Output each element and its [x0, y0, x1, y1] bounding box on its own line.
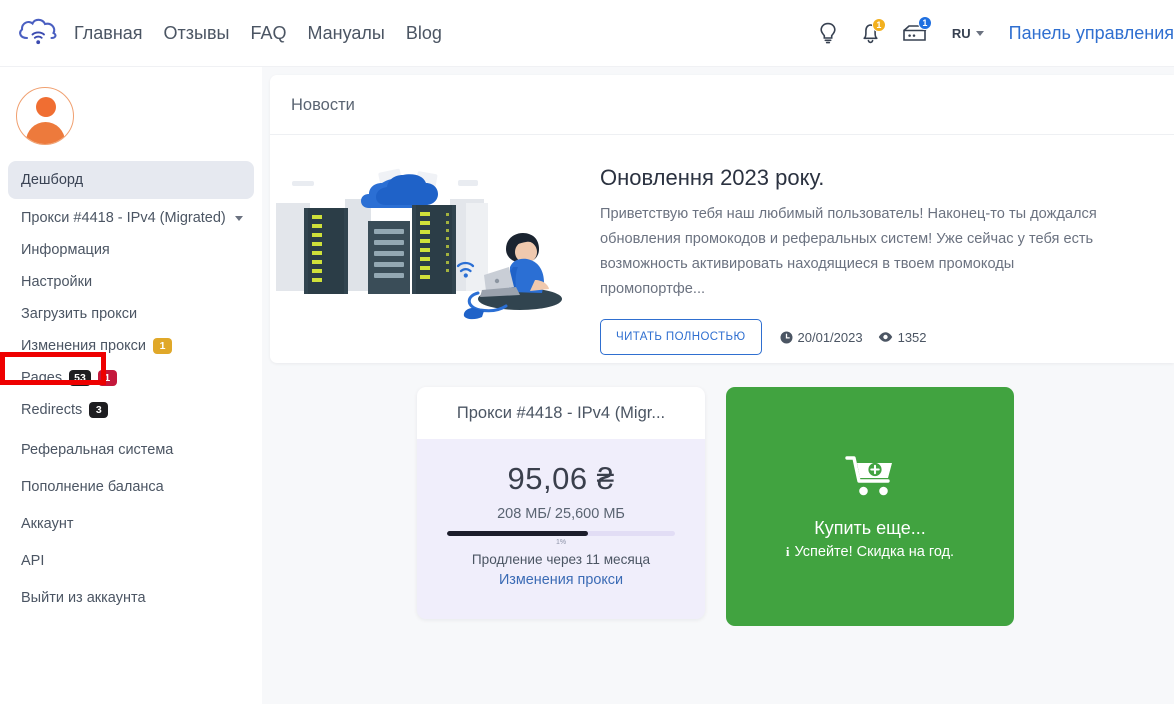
nav-item-reviews[interactable]: Отзывы: [164, 23, 230, 44]
control-panel-link[interactable]: Панель управления: [1009, 23, 1174, 44]
sidebar-item-label: Redirects: [21, 402, 82, 418]
sidebar-item-label: Пополнение баланса: [21, 479, 164, 495]
sidebar-item-upload-proxy[interactable]: Загрузить прокси: [8, 298, 254, 330]
news-section-title: Новости: [270, 75, 1174, 135]
news-meta: 20/01/2023 1352: [780, 330, 927, 345]
chevron-down-icon: [976, 31, 984, 36]
header-actions: 1 1 RU Панель управления: [815, 18, 1174, 48]
cloud-wifi-logo[interactable]: [12, 12, 64, 54]
sidebar-item-account[interactable]: Аккаунт: [8, 508, 254, 540]
proxy-renewal-text: Продление через 11 месяца: [447, 552, 675, 567]
eye-icon: [878, 331, 893, 343]
status-badge: 3: [89, 402, 108, 418]
traffic-progress-bar: [447, 531, 675, 536]
main-nav: Главная Отзывы FAQ Мануалы Blog: [74, 23, 442, 44]
news-card: Новости: [270, 75, 1174, 363]
sidebar-item-referral[interactable]: Реферальная система: [8, 434, 254, 466]
news-date-value: 20/01/2023: [798, 330, 863, 345]
traffic-progress-label: 1%: [447, 539, 675, 546]
sidebar-item-label: Загрузить прокси: [21, 306, 137, 322]
sidebar: Дешборд Прокси #4418 - IPv4 (Migrated) И…: [0, 67, 262, 704]
clock-icon: [780, 331, 793, 344]
avatar[interactable]: [16, 87, 74, 145]
nav-item-blog[interactable]: Blog: [406, 23, 442, 44]
news-views-value: 1352: [898, 330, 927, 345]
sidebar-item-label: Дешборд: [21, 172, 83, 188]
proxy-changes-link[interactable]: Изменения прокси: [499, 572, 623, 588]
sidebar-item-pages[interactable]: Pages 53 1: [8, 362, 254, 394]
nav-item-manuals[interactable]: Мануалы: [307, 23, 384, 44]
buy-card-subtitle: i Успейте! Скидка на год.: [786, 544, 954, 560]
proxy-summary-card: Прокси #4418 - IPv4 (Migr... 95,06 ₴ 208…: [417, 387, 705, 619]
language-selector[interactable]: RU: [952, 26, 984, 41]
news-views: 1352: [878, 330, 927, 345]
sidebar-item-topup[interactable]: Пополнение баланса: [8, 471, 254, 503]
proxy-card-title: Прокси #4418 - IPv4 (Migr...: [417, 387, 705, 439]
sidebar-item-settings[interactable]: Настройки: [8, 266, 254, 298]
sidebar-item-proxy-select[interactable]: Прокси #4418 - IPv4 (Migrated): [8, 202, 254, 234]
nav-item-faq[interactable]: FAQ: [250, 23, 286, 44]
proxy-price: 95,06 ₴: [447, 461, 675, 497]
top-header: Главная Отзывы FAQ Мануалы Blog 1: [0, 0, 1174, 67]
traffic-progress-fill: [447, 531, 588, 536]
dashboard-cards: Прокси #4418 - IPv4 (Migr... 95,06 ₴ 208…: [262, 363, 1174, 626]
avatar-body: [26, 122, 65, 144]
server-box-icon[interactable]: 1: [901, 18, 931, 48]
news-text-block: Оновлення 2023 року. Приветствую тебя на…: [600, 141, 1174, 355]
buy-card-title: Купить еще...: [814, 518, 926, 539]
status-badge: 1: [98, 370, 117, 386]
sidebar-item-label: Информация: [21, 242, 110, 258]
sidebar-item-label: API: [21, 553, 44, 569]
sidebar-item-label: Pages: [21, 370, 62, 386]
news-title: Оновлення 2023 року.: [600, 165, 1174, 191]
sidebar-item-logout[interactable]: Выйти из аккаунта: [8, 582, 254, 614]
read-more-button[interactable]: ЧИТАТЬ ПОЛНОСТЬЮ: [600, 319, 762, 355]
buy-card-subtitle-text: Успейте! Скидка на год.: [795, 544, 955, 560]
bell-badge: 1: [872, 18, 886, 32]
lightbulb-icon[interactable]: [815, 18, 841, 48]
sidebar-item-label: Выйти из аккаунта: [21, 590, 146, 606]
sidebar-item-api[interactable]: API: [8, 545, 254, 577]
sidebar-item-information[interactable]: Информация: [8, 234, 254, 266]
cart-plus-icon: [845, 454, 895, 503]
bell-icon[interactable]: 1: [858, 18, 884, 48]
news-excerpt: Приветствую тебя наш любимый пользовател…: [600, 202, 1100, 302]
sidebar-item-proxy-changes[interactable]: Изменения прокси 1: [8, 330, 254, 362]
server-racks-cloud-illustration: [270, 163, 600, 338]
sidebar-item-label: Настройки: [21, 274, 92, 290]
info-icon: i: [786, 544, 790, 560]
avatar-head: [36, 97, 56, 117]
sidebar-item-label: Изменения прокси: [21, 338, 146, 354]
buy-more-card[interactable]: Купить еще... i Успейте! Скидка на год.: [726, 387, 1014, 626]
status-badge: 1: [153, 338, 172, 354]
proxy-traffic: 208 МБ/ 25,600 МБ: [447, 506, 675, 522]
main-content: Новости: [262, 67, 1174, 704]
nav-item-home[interactable]: Главная: [74, 23, 143, 44]
status-badge: 53: [69, 370, 91, 386]
sidebar-item-label: Реферальная система: [21, 442, 173, 458]
sidebar-item-dashboard[interactable]: Дешборд: [8, 161, 254, 199]
server-box-badge: 1: [918, 16, 932, 30]
news-date: 20/01/2023: [780, 330, 863, 345]
sidebar-item-label: Аккаунт: [21, 516, 73, 532]
sidebar-item-label: Прокси #4418 - IPv4 (Migrated): [21, 210, 226, 226]
language-value: RU: [952, 26, 971, 41]
chevron-down-icon: [235, 216, 243, 221]
sidebar-item-redirects[interactable]: Redirects 3: [8, 394, 254, 426]
